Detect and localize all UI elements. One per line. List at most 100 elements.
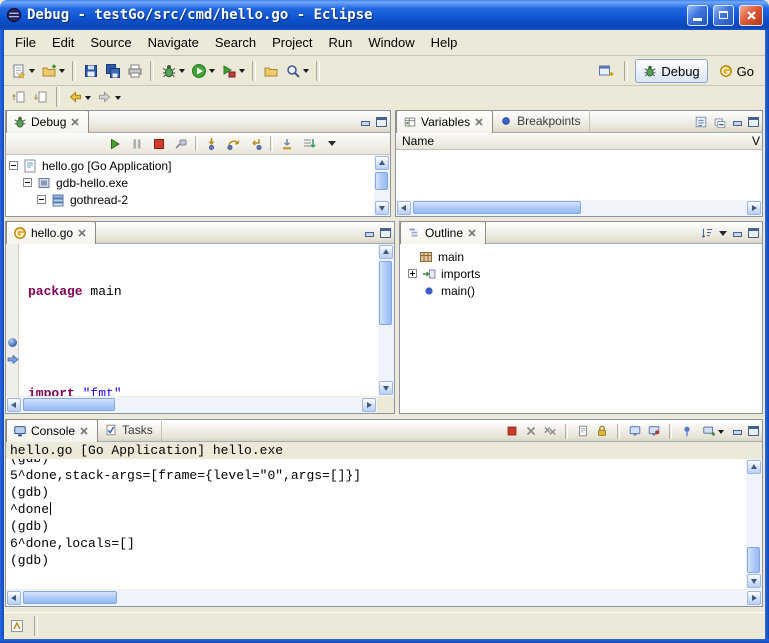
minimize-view-icon[interactable] <box>732 117 743 127</box>
show-console-on-output-icon[interactable] <box>628 424 642 438</box>
disconnect-button[interactable] <box>170 132 192 156</box>
scroll-left-button[interactable] <box>7 591 21 605</box>
code-area[interactable]: package main import "fmt" func main() { … <box>20 244 378 396</box>
menu-navigate[interactable]: Navigate <box>140 32 207 53</box>
minimize-view-icon[interactable] <box>732 426 743 436</box>
scroll-thumb[interactable] <box>413 201 581 214</box>
previous-annotation-button[interactable] <box>8 85 30 109</box>
tab-debug[interactable]: Debug <box>6 110 89 133</box>
breakpoint-marker-icon[interactable] <box>8 338 17 347</box>
editor-body[interactable]: package main import "fmt" func main() { … <box>6 244 394 396</box>
open-console-dropdown-button[interactable] <box>699 422 727 440</box>
open-perspective-button[interactable] <box>595 59 617 83</box>
scroll-lock-icon[interactable] <box>595 424 609 438</box>
scroll-thumb[interactable] <box>379 261 392 325</box>
step-return-button[interactable] <box>245 132 267 156</box>
scroll-right-button[interactable] <box>747 591 761 605</box>
terminate-button[interactable] <box>148 132 170 156</box>
collapse-expander-icon[interactable] <box>9 161 18 170</box>
run-dropdown-button[interactable] <box>188 59 218 83</box>
editor-horizontal-scrollbar[interactable] <box>6 397 377 413</box>
close-button[interactable] <box>739 5 763 26</box>
tree-row-process[interactable]: gdb-hello.exe <box>6 174 390 191</box>
new-wizard-dropdown-button[interactable] <box>8 59 38 83</box>
maximize-button[interactable] <box>713 5 734 26</box>
tab-variables[interactable]: Variables <box>396 110 493 133</box>
new-file-dropdown-button[interactable] <box>38 59 68 83</box>
editor-annotation-ruler[interactable] <box>6 244 19 396</box>
save-all-button[interactable] <box>102 59 124 83</box>
scroll-down-button[interactable] <box>379 381 393 395</box>
variables-column-header[interactable]: Name V <box>396 133 762 150</box>
search-dropdown-button[interactable] <box>282 59 312 83</box>
variables-table-body[interactable] <box>396 150 762 200</box>
collapse-expander-icon[interactable] <box>23 178 32 187</box>
maximize-view-icon[interactable] <box>376 117 387 127</box>
collapse-expander-icon[interactable] <box>37 195 46 204</box>
perspective-go-button[interactable]: Go <box>711 59 762 83</box>
variables-horizontal-scrollbar[interactable] <box>396 200 762 216</box>
terminate-console-icon[interactable] <box>505 424 519 438</box>
menu-source[interactable]: Source <box>82 32 139 53</box>
clear-console-icon[interactable] <box>576 424 590 438</box>
minimize-view-icon[interactable] <box>732 228 743 238</box>
show-type-names-icon[interactable] <box>694 115 708 129</box>
tree-row-thread[interactable]: gothread-2 <box>6 191 390 208</box>
collapse-all-icon[interactable] <box>713 115 727 129</box>
scroll-left-button[interactable] <box>7 398 21 412</box>
console-vertical-scrollbar[interactable] <box>746 459 762 589</box>
minimize-button[interactable] <box>687 5 708 26</box>
back-history-dropdown-button[interactable] <box>64 85 94 109</box>
outline-item-package[interactable]: main <box>400 248 762 265</box>
tab-hello-go[interactable]: hello.go <box>6 221 96 244</box>
column-name-header[interactable]: Name <box>396 134 434 148</box>
forward-history-dropdown-button[interactable] <box>94 85 124 109</box>
menu-edit[interactable]: Edit <box>44 32 82 53</box>
scroll-thumb[interactable] <box>375 172 388 190</box>
close-editor-icon[interactable] <box>77 228 87 238</box>
fast-view-icon[interactable] <box>9 618 25 634</box>
tab-outline[interactable]: Outline <box>400 221 486 244</box>
outline-item-main-func[interactable]: main() <box>400 282 762 299</box>
open-type-button[interactable] <box>260 59 282 83</box>
scroll-thumb[interactable] <box>747 547 760 573</box>
remove-launch-icon[interactable] <box>524 424 538 438</box>
editor-vertical-scrollbar[interactable] <box>378 244 394 396</box>
menu-window[interactable]: Window <box>360 32 422 53</box>
perspective-debug-button[interactable]: Debug <box>635 59 707 83</box>
scroll-up-button[interactable] <box>375 156 389 170</box>
sort-icon[interactable] <box>700 226 714 240</box>
scroll-right-button[interactable] <box>747 201 761 215</box>
console-horizontal-scrollbar[interactable] <box>6 590 762 606</box>
scroll-up-button[interactable] <box>747 460 761 474</box>
maximize-view-icon[interactable] <box>748 426 759 436</box>
instruction-pointer-icon[interactable] <box>7 355 19 364</box>
show-console-on-error-icon[interactable] <box>647 424 661 438</box>
debug-view-menu-icon[interactable] <box>328 141 336 150</box>
use-step-filters-button[interactable] <box>298 132 320 156</box>
menu-run[interactable]: Run <box>321 32 361 53</box>
scroll-down-button[interactable] <box>747 574 761 588</box>
tab-tasks[interactable]: Tasks <box>98 419 162 441</box>
tab-breakpoints[interactable]: Breakpoints <box>493 110 589 132</box>
maximize-view-icon[interactable] <box>748 228 759 238</box>
menu-help[interactable]: Help <box>423 32 466 53</box>
close-view-icon[interactable] <box>474 117 484 127</box>
maximize-view-icon[interactable] <box>380 228 391 238</box>
scroll-thumb[interactable] <box>23 591 117 604</box>
remove-all-terminated-icon[interactable] <box>543 424 557 438</box>
minimize-view-icon[interactable] <box>360 117 371 127</box>
external-tools-dropdown-button[interactable] <box>218 59 248 83</box>
next-annotation-button[interactable] <box>30 85 52 109</box>
resume-button[interactable] <box>104 132 126 156</box>
console-output[interactable]: (gdb) 5^done,stack-args=[frame={level="0… <box>6 459 746 589</box>
scroll-thumb[interactable] <box>23 398 115 411</box>
minimize-view-icon[interactable] <box>364 228 375 238</box>
scroll-down-button[interactable] <box>375 201 389 215</box>
maximize-view-icon[interactable] <box>748 117 759 127</box>
title-bar[interactable]: Debug - testGo/src/cmd/hello.go - Eclips… <box>0 0 769 30</box>
column-value-header[interactable]: V <box>752 134 760 148</box>
suspend-button[interactable] <box>126 132 148 156</box>
outline-view-menu-icon[interactable] <box>719 231 727 240</box>
close-view-icon[interactable] <box>70 117 80 127</box>
